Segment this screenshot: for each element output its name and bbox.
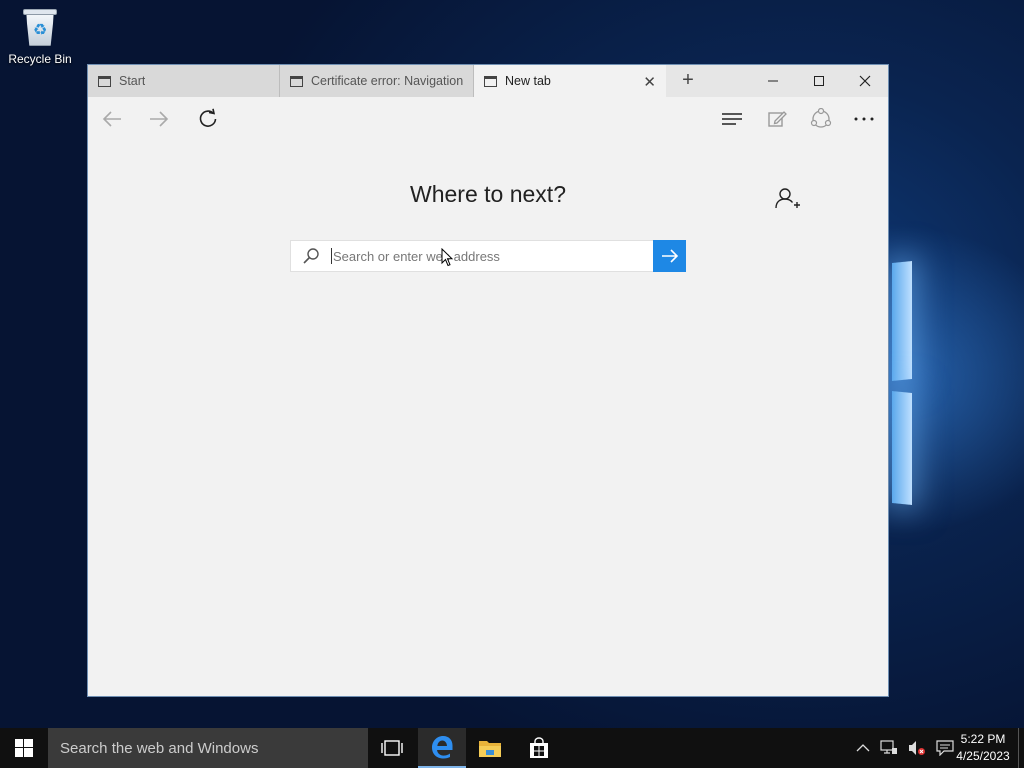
tab-bar: Start Certificate error: Navigation New … [88, 65, 888, 97]
taskbar-clock[interactable]: 5:22 PM 4/25/2023 [950, 731, 1016, 765]
taskbar: Search the web and Windows 5:22 PM 4/25/… [0, 728, 1024, 768]
tab-page-icon [484, 75, 497, 87]
recycle-bin-label: Recycle Bin [8, 52, 72, 66]
tab-close-icon[interactable]: ✕ [643, 73, 656, 91]
recycle-bin[interactable]: ♻ Recycle Bin [4, 6, 76, 66]
add-person-button[interactable] [772, 183, 804, 215]
web-note-button[interactable] [761, 105, 793, 133]
edge-taskbar-button[interactable] [418, 728, 466, 768]
add-person-icon [775, 188, 800, 209]
tab-start[interactable]: Start [88, 65, 280, 97]
recycle-bin-icon: ♻ [22, 6, 58, 48]
tab-new-tab[interactable]: New tab ✕ [474, 65, 666, 97]
new-tab-page: Where to next? [88, 139, 888, 696]
close-button[interactable] [842, 65, 888, 97]
tab-label: Start [119, 74, 146, 88]
store-icon [530, 737, 548, 758]
store-button[interactable] [515, 728, 563, 768]
minimize-icon [768, 80, 778, 82]
back-button[interactable] [96, 105, 128, 133]
clock-date: 4/25/2023 [956, 749, 1010, 763]
go-button[interactable] [653, 240, 686, 272]
new-tab-button[interactable]: + [676, 69, 700, 93]
network-icon[interactable] [880, 740, 898, 756]
file-explorer-icon [479, 741, 501, 757]
edge-icon [432, 736, 453, 759]
refresh-button[interactable] [192, 105, 224, 133]
maximize-icon [814, 76, 824, 86]
tab-label: Certificate error: Navigation [311, 74, 464, 88]
chevron-up-icon[interactable] [856, 743, 870, 753]
web-note-icon [768, 111, 787, 127]
search-icon [291, 247, 331, 265]
search-input[interactable] [331, 248, 653, 264]
page-heading: Where to next? [410, 181, 566, 207]
hub-icon [722, 113, 742, 125]
tab-page-icon [98, 75, 111, 87]
tab-label: New tab [505, 74, 551, 88]
windows-start-icon [15, 739, 33, 757]
system-tray [856, 728, 954, 768]
mouse-cursor-icon [441, 248, 454, 267]
volume-muted-icon[interactable] [908, 740, 926, 756]
start-button[interactable] [0, 728, 48, 768]
tab-page-icon [290, 75, 303, 87]
share-icon [810, 108, 832, 128]
clock-time: 5:22 PM [960, 732, 1006, 746]
forward-button[interactable] [143, 105, 175, 133]
share-button[interactable] [805, 105, 837, 133]
refresh-icon [199, 108, 217, 127]
taskbar-search-box[interactable]: Search the web and Windows [48, 728, 368, 768]
search-box [290, 240, 654, 272]
task-view-button[interactable] [368, 728, 416, 768]
arrow-right-icon [661, 249, 678, 263]
more-icon [854, 117, 874, 121]
file-explorer-button[interactable] [466, 728, 514, 768]
navigation-bar [88, 97, 888, 139]
close-icon [859, 75, 871, 87]
task-view-icon [381, 740, 403, 756]
edge-browser-window: Start Certificate error: Navigation New … [87, 64, 889, 697]
minimize-button[interactable] [750, 65, 796, 97]
tab-certificate-error[interactable]: Certificate error: Navigation [280, 65, 474, 97]
maximize-button[interactable] [796, 65, 842, 97]
back-arrow-icon [102, 111, 121, 127]
more-button[interactable] [848, 105, 880, 133]
hub-button[interactable] [716, 105, 748, 133]
windows-logo-pane-lower [892, 390, 912, 506]
windows-logo-pane-upper [892, 260, 912, 382]
forward-arrow-icon [150, 111, 169, 127]
show-desktop-button[interactable] [1018, 728, 1024, 768]
